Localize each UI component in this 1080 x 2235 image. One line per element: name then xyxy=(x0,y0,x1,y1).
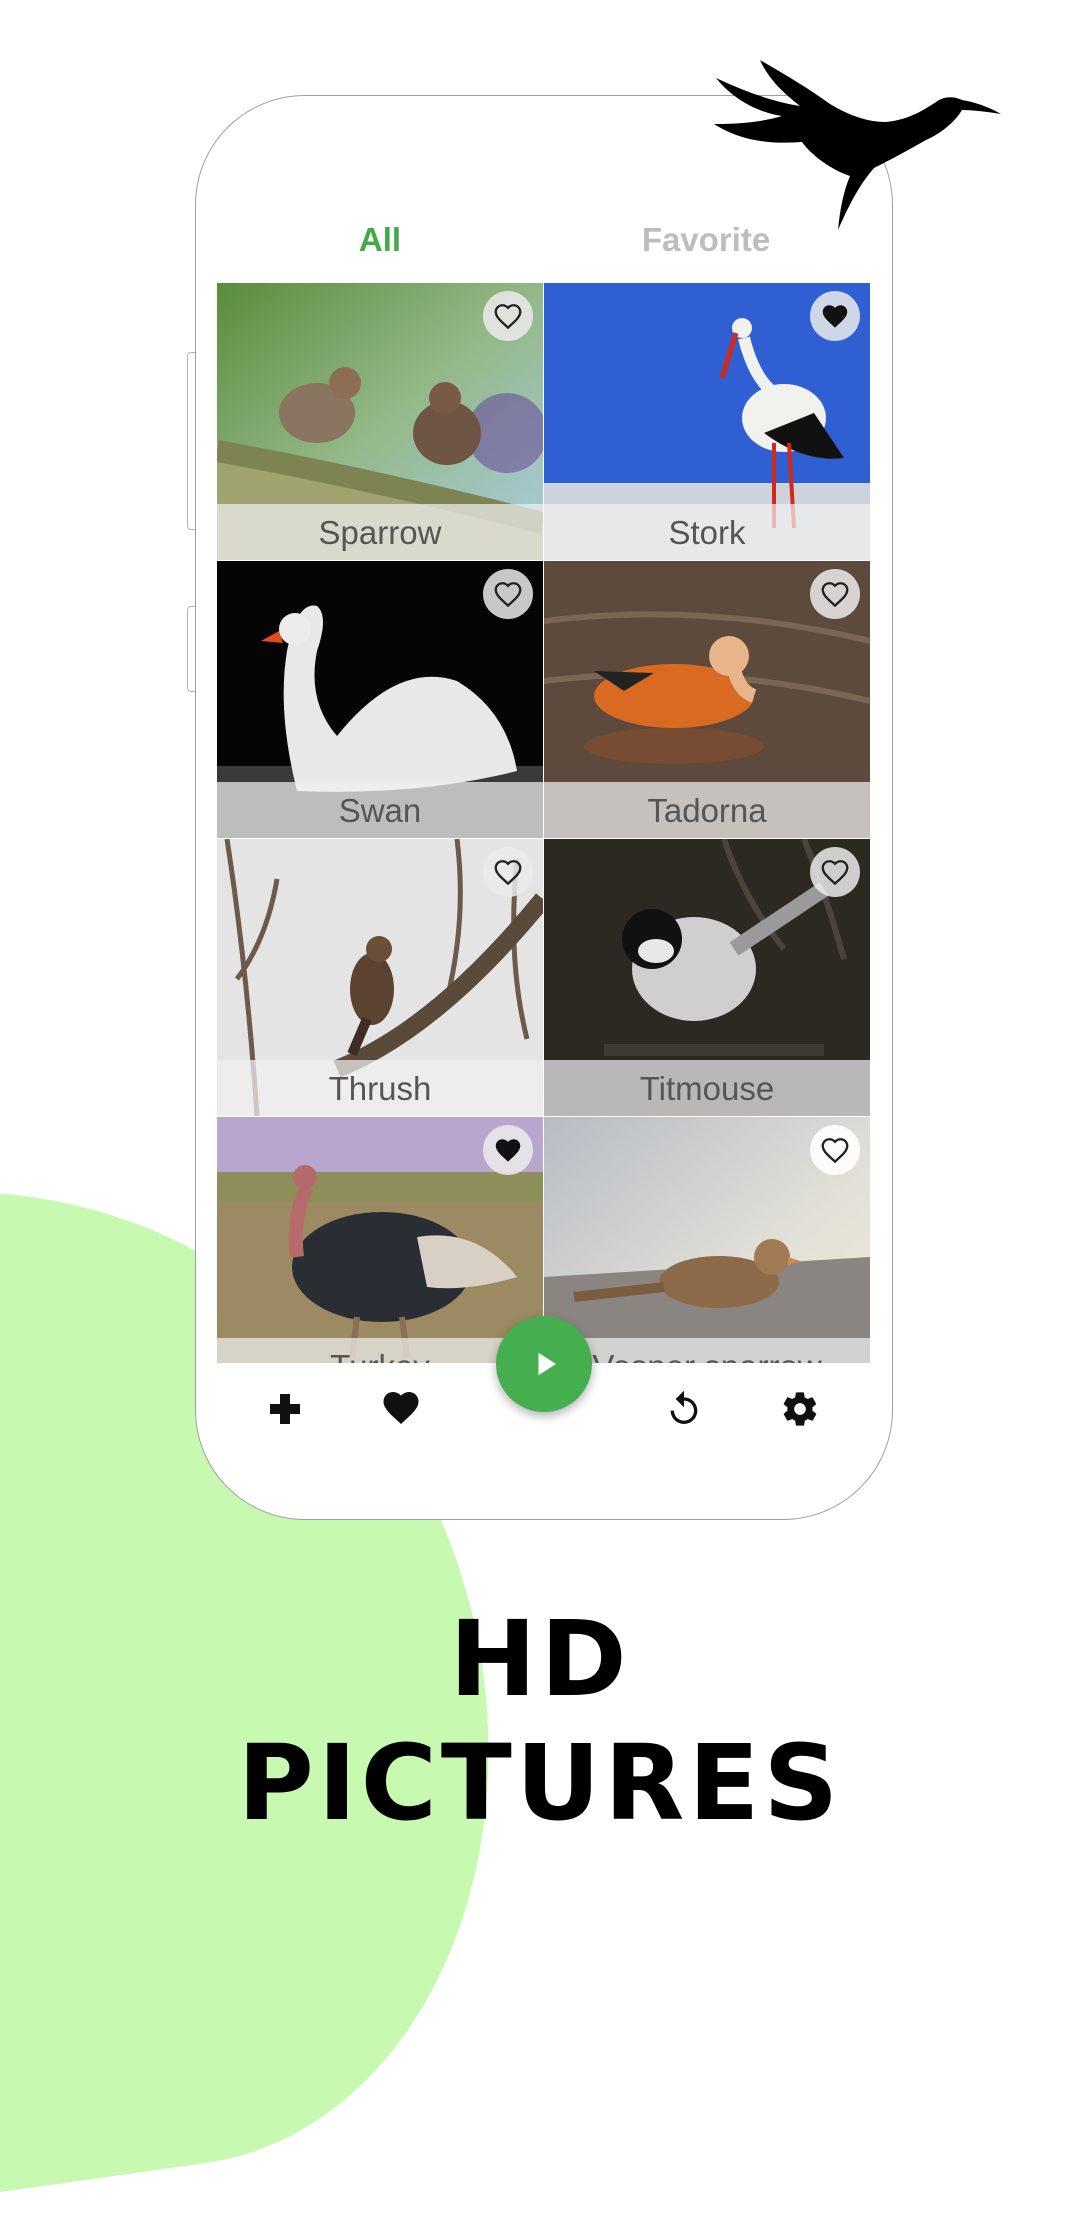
bird-grid: Sparrow Stork Swan Tadorna Thrush Titmou… xyxy=(217,283,870,1363)
play-icon xyxy=(538,1352,556,1376)
heart-outline-icon xyxy=(821,1138,849,1163)
bird-name-label: Sparrow xyxy=(217,504,543,560)
bird-name-label: Thrush xyxy=(217,1060,543,1116)
bird-name-label: Swan xyxy=(217,782,543,838)
settings-icon[interactable] xyxy=(780,1389,820,1429)
favorite-toggle[interactable] xyxy=(810,569,860,619)
favorite-toggle[interactable] xyxy=(810,291,860,341)
bird-card-stork[interactable]: Stork xyxy=(544,283,870,560)
favorite-toggle[interactable] xyxy=(810,1125,860,1175)
hummingbird-silhouette-icon xyxy=(714,60,1001,230)
heart-outline-icon xyxy=(494,860,522,885)
tab-bar: All Favorite xyxy=(217,210,870,270)
favorite-toggle[interactable] xyxy=(483,847,533,897)
phone-side-button xyxy=(187,606,195,692)
bird-card-vesper-sparrow[interactable]: Vesper sparrow xyxy=(544,1117,870,1363)
heart-filled-icon xyxy=(822,305,848,328)
heart-outline-icon xyxy=(494,304,522,329)
favorite-toggle[interactable] xyxy=(483,1125,533,1175)
heart-outline-icon xyxy=(494,582,522,607)
heart-icon[interactable] xyxy=(381,1389,421,1429)
favorite-toggle[interactable] xyxy=(810,847,860,897)
tab-all[interactable]: All xyxy=(217,210,543,270)
bird-card-thrush[interactable]: Thrush xyxy=(217,839,543,1116)
heart-outline-icon xyxy=(821,860,849,885)
bird-card-swan[interactable]: Swan xyxy=(217,561,543,838)
bird-card-titmouse[interactable]: Titmouse xyxy=(544,839,870,1116)
replay-icon[interactable] xyxy=(664,1389,704,1429)
gamepad-icon[interactable] xyxy=(265,1389,305,1429)
bird-name-label: Stork xyxy=(544,504,870,560)
promo-headline-line2: PICTURES xyxy=(237,1722,843,1844)
tab-favorite[interactable]: Favorite xyxy=(543,210,869,270)
bird-name-label: Turkey xyxy=(217,1338,543,1363)
bird-name-label: Titmouse xyxy=(544,1060,870,1116)
favorite-toggle[interactable] xyxy=(483,569,533,619)
bird-name-label: Vesper sparrow xyxy=(544,1338,870,1363)
play-button[interactable] xyxy=(496,1316,592,1412)
heart-outline-icon xyxy=(821,582,849,607)
bird-card-tadorna[interactable]: Tadorna xyxy=(544,561,870,838)
bird-name-label: Tadorna xyxy=(544,782,870,838)
bird-card-turkey[interactable]: Turkey xyxy=(217,1117,543,1363)
heart-filled-icon xyxy=(495,1139,521,1162)
phone-side-button xyxy=(187,352,195,530)
bird-card-sparrow[interactable]: Sparrow xyxy=(217,283,543,560)
favorite-toggle[interactable] xyxy=(483,291,533,341)
promo-headline-line1: HD xyxy=(449,1598,631,1720)
